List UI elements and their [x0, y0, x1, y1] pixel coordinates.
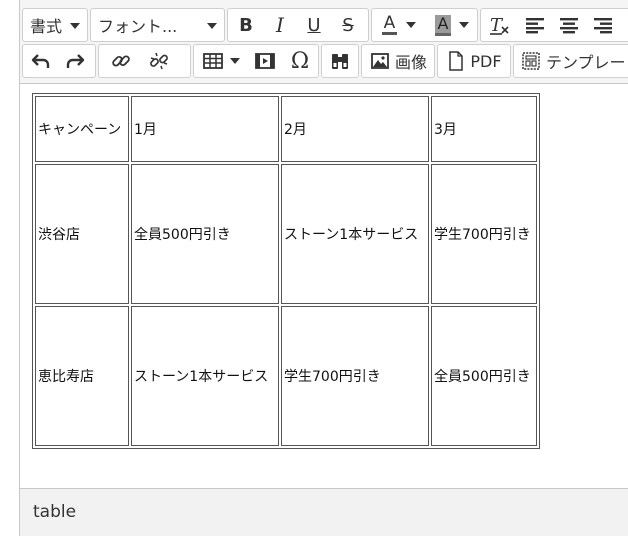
- align-right-button[interactable]: [587, 10, 619, 40]
- underline-button[interactable]: U: [298, 10, 330, 40]
- pdf-group: PDF: [437, 44, 511, 78]
- content-table[interactable]: キャンペーン 1月 2月 3月 渋谷店 全員500円引き ストーン1本サービス …: [32, 93, 540, 449]
- format-dropdown-label: 書式: [30, 17, 63, 36]
- document-icon: [449, 51, 464, 71]
- bold-icon: B: [239, 14, 253, 36]
- media-icon: [255, 53, 275, 69]
- element-path[interactable]: table: [33, 502, 76, 522]
- link-icon: [112, 55, 130, 67]
- template-button-label: テンプレート: [546, 53, 628, 72]
- media-button[interactable]: [250, 46, 280, 76]
- format-dropdown[interactable]: 書式: [22, 8, 88, 42]
- chevron-down-icon: [207, 23, 217, 29]
- image-icon: [371, 53, 389, 69]
- image-button-label: 画像: [394, 53, 427, 72]
- italic-icon: I: [276, 13, 284, 37]
- table-icon: [202, 53, 223, 69]
- bold-button[interactable]: B: [230, 10, 262, 40]
- redo-button[interactable]: [59, 46, 91, 76]
- align-right-icon: [594, 18, 612, 34]
- basic-styles-group: B I U S: [227, 8, 369, 42]
- chevron-down-icon: [459, 22, 470, 28]
- italic-button[interactable]: I: [264, 10, 296, 40]
- strikethrough-icon: S: [342, 14, 354, 36]
- align-left-button[interactable]: [519, 10, 551, 40]
- table-cell[interactable]: キャンペーン: [35, 96, 129, 162]
- text-color-button[interactable]: A: [374, 10, 424, 40]
- strikethrough-button[interactable]: S: [332, 10, 364, 40]
- find-replace-button[interactable]: [324, 46, 356, 76]
- table-cell[interactable]: ストーン1本サービス: [281, 164, 429, 304]
- underline-icon: U: [307, 14, 321, 36]
- align-center-icon: [560, 18, 578, 34]
- font-dropdown-label: フォント...: [98, 17, 178, 36]
- table-cell[interactable]: 学生700円引き: [431, 164, 537, 304]
- binoculars-icon: [332, 54, 348, 69]
- link-button[interactable]: [105, 46, 137, 76]
- unlink-button[interactable]: [143, 46, 175, 76]
- image-group: 画像: [361, 44, 435, 78]
- find-group: [321, 44, 359, 78]
- table-cell[interactable]: 2月: [281, 96, 429, 162]
- link-group: [98, 44, 191, 78]
- table-cell[interactable]: 1月: [131, 96, 279, 162]
- image-button[interactable]: 画像: [366, 46, 432, 76]
- align-center-button[interactable]: [553, 10, 585, 40]
- template-icon: [522, 52, 540, 70]
- rich-text-editor: 書式 フォント... B I U S A A T Ω 画像 PDF テンプレー …: [19, 0, 628, 536]
- table-row: 渋谷店 全員500円引き ストーン1本サービス 学生700円引き: [35, 164, 537, 304]
- table-button[interactable]: [197, 46, 245, 76]
- remove-format-icon: T: [490, 15, 509, 36]
- history-group: [22, 44, 96, 78]
- chevron-down-icon: [70, 23, 80, 29]
- background-color-icon: A: [434, 14, 452, 36]
- table-cell[interactable]: 恵比寿店: [35, 306, 129, 446]
- special-character-button[interactable]: Ω: [284, 46, 316, 76]
- alignment-group: T: [480, 8, 628, 42]
- unlink-icon: [150, 52, 168, 70]
- table-row: 恵比寿店 ストーン1本サービス 学生700円引き 全員500円引き: [35, 306, 537, 446]
- colors-group: A A: [371, 8, 478, 42]
- template-group: テンプレート: [513, 44, 628, 78]
- table-cell[interactable]: 全員500円引き: [431, 306, 537, 446]
- pdf-button[interactable]: PDF: [442, 46, 508, 76]
- chevron-down-icon: [406, 22, 417, 28]
- editor-toolbar: 書式 フォント... B I U S A A T Ω 画像 PDF テンプレー: [20, 0, 628, 84]
- template-button[interactable]: テンプレート: [518, 46, 628, 76]
- editor-content-area[interactable]: キャンペーン 1月 2月 3月 渋谷店 全員500円引き ストーン1本サービス …: [20, 84, 628, 488]
- table-cell[interactable]: ストーン1本サービス: [131, 306, 279, 446]
- pdf-button-label: PDF: [470, 51, 502, 71]
- font-dropdown[interactable]: フォント...: [90, 8, 225, 42]
- undo-icon: [31, 54, 50, 68]
- table-row: キャンペーン 1月 2月 3月: [35, 96, 537, 162]
- status-bar: table: [20, 488, 628, 536]
- chevron-down-icon: [229, 58, 240, 64]
- table-cell[interactable]: 全員500円引き: [131, 164, 279, 304]
- redo-icon: [66, 54, 85, 68]
- table-cell[interactable]: 渋谷店: [35, 164, 129, 304]
- undo-button[interactable]: [25, 46, 57, 76]
- align-left-icon: [526, 18, 544, 34]
- insert-group: Ω: [193, 44, 319, 78]
- omega-icon: Ω: [290, 48, 310, 74]
- remove-format-button[interactable]: T: [483, 10, 515, 40]
- background-color-button[interactable]: A: [428, 10, 476, 40]
- table-cell[interactable]: 3月: [431, 96, 537, 162]
- text-color-icon: A: [381, 13, 398, 35]
- table-cell[interactable]: 学生700円引き: [281, 306, 429, 446]
